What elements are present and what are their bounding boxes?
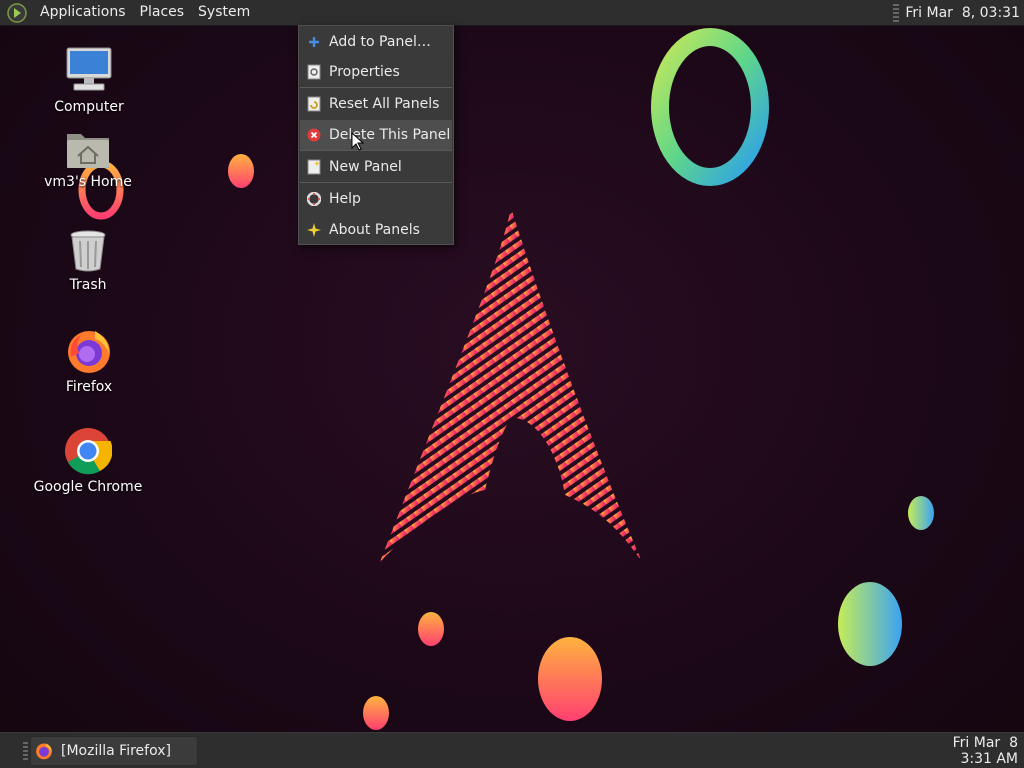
desktop-icon-home[interactable]: vm3's Home (33, 128, 143, 190)
clock-time: 3:31 AM (960, 751, 1018, 767)
menu-item-label: About Panels (329, 222, 420, 238)
menu-logo-icon[interactable] (7, 2, 27, 23)
bottom-clock[interactable]: Fri Mar 8 3:31 AM (953, 735, 1018, 767)
help-icon (306, 191, 322, 207)
menu-item-about-panels[interactable]: About Panels (300, 215, 452, 245)
arch-logo (380, 208, 642, 562)
desktop-icon-firefox[interactable]: Firefox (34, 327, 144, 395)
menu-separator (300, 150, 452, 151)
blob (228, 154, 254, 188)
menu-separator (300, 87, 452, 88)
desktop-icon-label: Computer (54, 99, 124, 115)
menu-item-label: Delete This Panel (329, 127, 451, 143)
blob (538, 637, 602, 721)
ring-decoration (651, 28, 769, 186)
wallpaper (78, 28, 934, 730)
bottom-panel: [Mozilla Firefox] Fri Mar 8 3:31 AM (0, 732, 1024, 768)
menu-item-label: Help (329, 191, 361, 207)
panel-drag-handle[interactable] (23, 742, 28, 760)
blob (418, 612, 444, 646)
desktop-icon-label: Trash (69, 277, 107, 293)
desktop-icon-chrome[interactable]: Google Chrome (33, 427, 143, 495)
menu-item-label: Add to Panel… (329, 34, 431, 50)
taskbar-window-label: [Mozilla Firefox] (61, 743, 171, 759)
panel-context-menu: Add to Panel… Properties Reset All Panel… (298, 25, 454, 245)
menu-item-properties[interactable]: Properties (300, 57, 452, 87)
firefox-icon (36, 743, 52, 760)
blob (908, 496, 934, 530)
firefox-icon (68, 331, 110, 373)
delete-icon (306, 127, 322, 143)
panel-drag-handle[interactable] (893, 3, 900, 22)
top-panel: Applications Places System Fri Mar 8, 03… (0, 0, 1024, 26)
applications-menu[interactable]: Applications (33, 0, 133, 25)
desktop-icon-computer[interactable]: Computer (34, 45, 144, 115)
mouse-cursor-icon (351, 132, 365, 151)
desktop-icon-trash[interactable]: Trash (33, 229, 143, 293)
chrome-icon (65, 428, 112, 475)
blob (838, 582, 902, 666)
top-clock[interactable]: Fri Mar 8, 03:31 (905, 5, 1024, 21)
about-icon (306, 222, 322, 238)
desktop-icon-label: Firefox (65, 379, 113, 395)
menu-separator (300, 182, 452, 183)
computer-icon (66, 47, 112, 91)
menu-item-reset-all-panels[interactable]: Reset All Panels (300, 89, 452, 119)
properties-icon (306, 64, 322, 80)
taskbar-window-button[interactable]: [Mozilla Firefox] (30, 736, 198, 766)
plus-icon (306, 34, 322, 50)
home-folder-icon (67, 134, 109, 168)
blob (363, 696, 389, 730)
desktop-icon-label: Google Chrome (33, 479, 143, 495)
menu-item-new-panel[interactable]: New Panel (300, 152, 452, 182)
clock-date: Fri Mar 8 (952, 735, 1018, 751)
new-panel-icon (306, 159, 322, 175)
menu-item-help[interactable]: Help (300, 184, 452, 214)
menu-item-label: New Panel (329, 159, 402, 175)
system-menu[interactable]: System (191, 0, 257, 25)
trash-icon (70, 230, 106, 272)
menu-item-add-to-panel[interactable]: Add to Panel… (300, 27, 452, 57)
menu-item-label: Properties (329, 64, 400, 80)
places-menu[interactable]: Places (133, 0, 192, 25)
menu-item-label: Reset All Panels (329, 96, 440, 112)
desktop-icon-label: vm3's Home (44, 174, 132, 190)
reset-icon (306, 96, 322, 112)
menu-item-delete-this-panel[interactable]: Delete This Panel (300, 120, 452, 150)
